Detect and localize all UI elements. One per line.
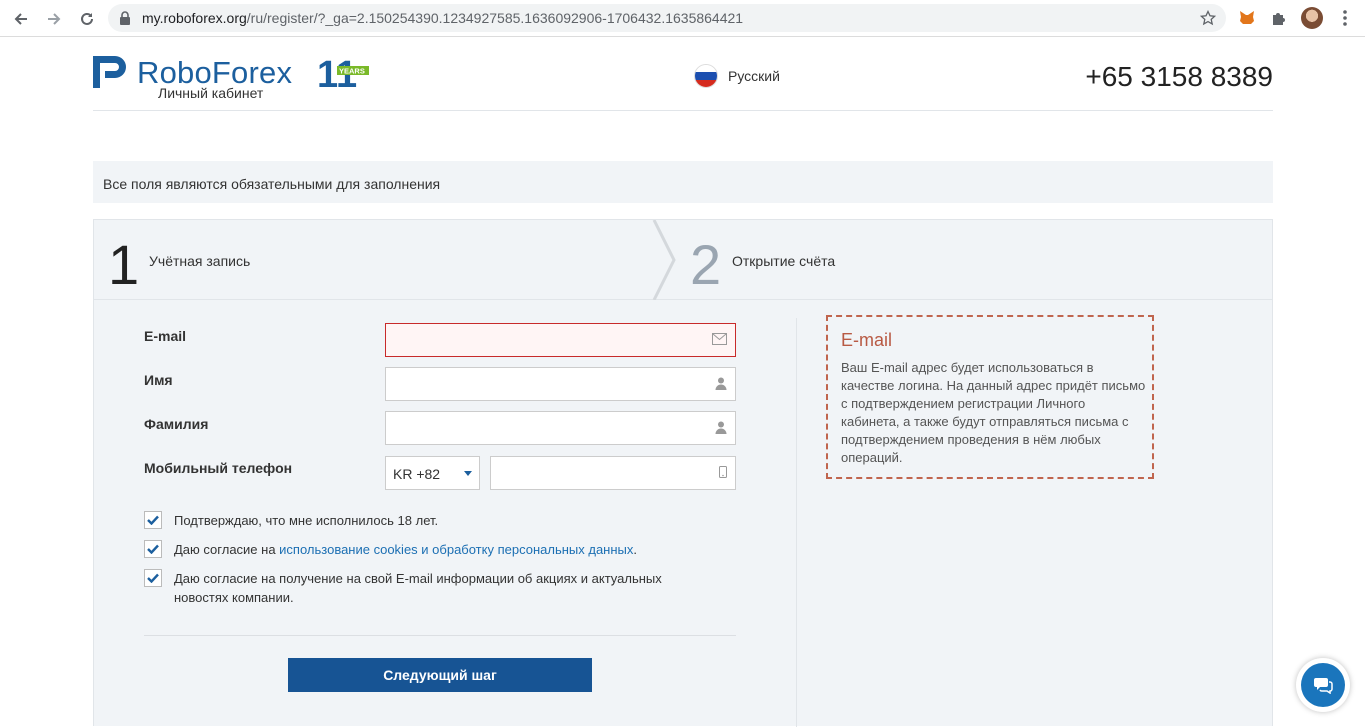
reload-button[interactable] <box>76 8 98 30</box>
language-selector[interactable]: Русский <box>694 64 780 88</box>
form-divider <box>144 635 736 636</box>
step-2-label: Открытие счёта <box>732 253 836 269</box>
step-1-label: Учётная запись <box>149 253 251 269</box>
anniversary-badge: 11 YEARS <box>317 55 369 91</box>
phone-label: Мобильный телефон <box>144 460 293 476</box>
cookies-consent-text: Даю согласие на использование cookies и … <box>174 540 714 559</box>
age-confirm-checkbox[interactable] <box>144 511 162 529</box>
required-notice-text: Все поля являются обязательными для запо… <box>103 176 441 192</box>
bookmark-star-icon[interactable] <box>1200 10 1216 26</box>
years-label: YEARS <box>339 67 365 76</box>
email-label: E-mail <box>144 328 187 344</box>
profile-avatar[interactable] <box>1301 7 1323 29</box>
metamask-extension-icon[interactable] <box>1237 8 1257 28</box>
step-chevron-divider <box>652 220 676 300</box>
field-hint-box: E-mail Ваш E-mail адрес будет использова… <box>826 315 1154 479</box>
chat-button[interactable] <box>1296 658 1350 712</box>
contact-phone[interactable]: +65 3158 8389 <box>1085 61 1273 93</box>
cookies-consent-suffix: . <box>633 542 638 557</box>
column-divider <box>796 318 797 727</box>
forward-arrow-icon <box>48 13 61 25</box>
age-confirm-row: Подтверждаю, что мне исполнилось 18 лет. <box>144 511 714 530</box>
address-bar[interactable]: my.roboforex.org/ru/register/?_ga=2.1502… <box>108 4 1226 32</box>
russia-flag-icon <box>694 64 718 88</box>
back-arrow-icon <box>14 13 27 25</box>
checkmark-icon <box>147 515 159 525</box>
checkmark-icon <box>147 573 159 583</box>
phone-field[interactable] <box>490 456 736 490</box>
forward-button[interactable] <box>43 8 65 30</box>
first-name-field[interactable] <box>385 367 736 401</box>
language-label: Русский <box>728 68 780 84</box>
cookies-consent-row: Даю согласие на использование cookies и … <box>144 540 714 559</box>
checkmark-icon <box>147 544 159 554</box>
roboforex-logo-icon[interactable] <box>93 56 127 88</box>
newsletter-consent-row: Даю согласие на получение на свой E-mail… <box>144 569 714 607</box>
url-host: my.roboforex.org <box>142 10 247 26</box>
site-header: RoboForex Личный кабинет 11 YEARS Русски… <box>93 37 1273 111</box>
required-notice: Все поля являются обязательными для запо… <box>93 161 1273 203</box>
email-field[interactable] <box>385 323 736 357</box>
chat-bubbles-icon <box>1314 678 1333 694</box>
privacy-policy-link[interactable]: использование cookies и обработку персон… <box>279 542 633 557</box>
lock-icon <box>120 11 130 25</box>
first-name-label: Имя <box>144 372 173 388</box>
step-2-number: 2 <box>690 233 722 296</box>
country-code-select[interactable]: KR +82 <box>385 456 480 490</box>
browser-toolbar: my.roboforex.org/ru/register/?_ga=2.1502… <box>0 0 1365 37</box>
age-confirm-text: Подтверждаю, что мне исполнилось 18 лет. <box>174 513 439 528</box>
envelope-icon <box>712 333 727 345</box>
user-icon <box>715 377 727 390</box>
cookies-consent-checkbox[interactable] <box>144 540 162 558</box>
country-code-value: KR +82 <box>393 466 441 482</box>
newsletter-consent-text: Даю согласие на получение на свой E-mail… <box>174 571 662 605</box>
step-indicator: 1 Учётная запись 2 Открытие счёта <box>94 220 1272 300</box>
step-1-number: 1 <box>108 233 140 296</box>
mobile-phone-icon <box>719 466 727 478</box>
last-name-field[interactable] <box>385 411 736 445</box>
chevron-down-icon <box>464 471 472 476</box>
url-text: my.roboforex.org/ru/register/?_ga=2.1502… <box>142 10 743 26</box>
user-icon <box>715 421 727 434</box>
next-step-button[interactable]: Следующий шаг <box>288 658 592 692</box>
hint-body: Ваш E-mail адрес будет использоваться в … <box>841 360 1146 465</box>
url-path: /ru/register/?_ga=2.150254390.1234927585… <box>246 10 744 26</box>
cookies-consent-prefix: Даю согласие на <box>174 542 280 557</box>
reload-icon <box>81 12 93 25</box>
hint-title: E-mail <box>841 330 893 350</box>
brand-subtitle: Личный кабинет <box>158 85 264 101</box>
last-name-label: Фамилия <box>144 416 209 432</box>
registration-form: 1 Учётная запись 2 Открытие счёта E-mail… <box>93 219 1273 727</box>
newsletter-consent-checkbox[interactable] <box>144 569 162 587</box>
browser-menu-icon[interactable] <box>1335 8 1355 28</box>
extensions-puzzle-icon[interactable] <box>1269 8 1289 28</box>
back-button[interactable] <box>10 8 32 30</box>
